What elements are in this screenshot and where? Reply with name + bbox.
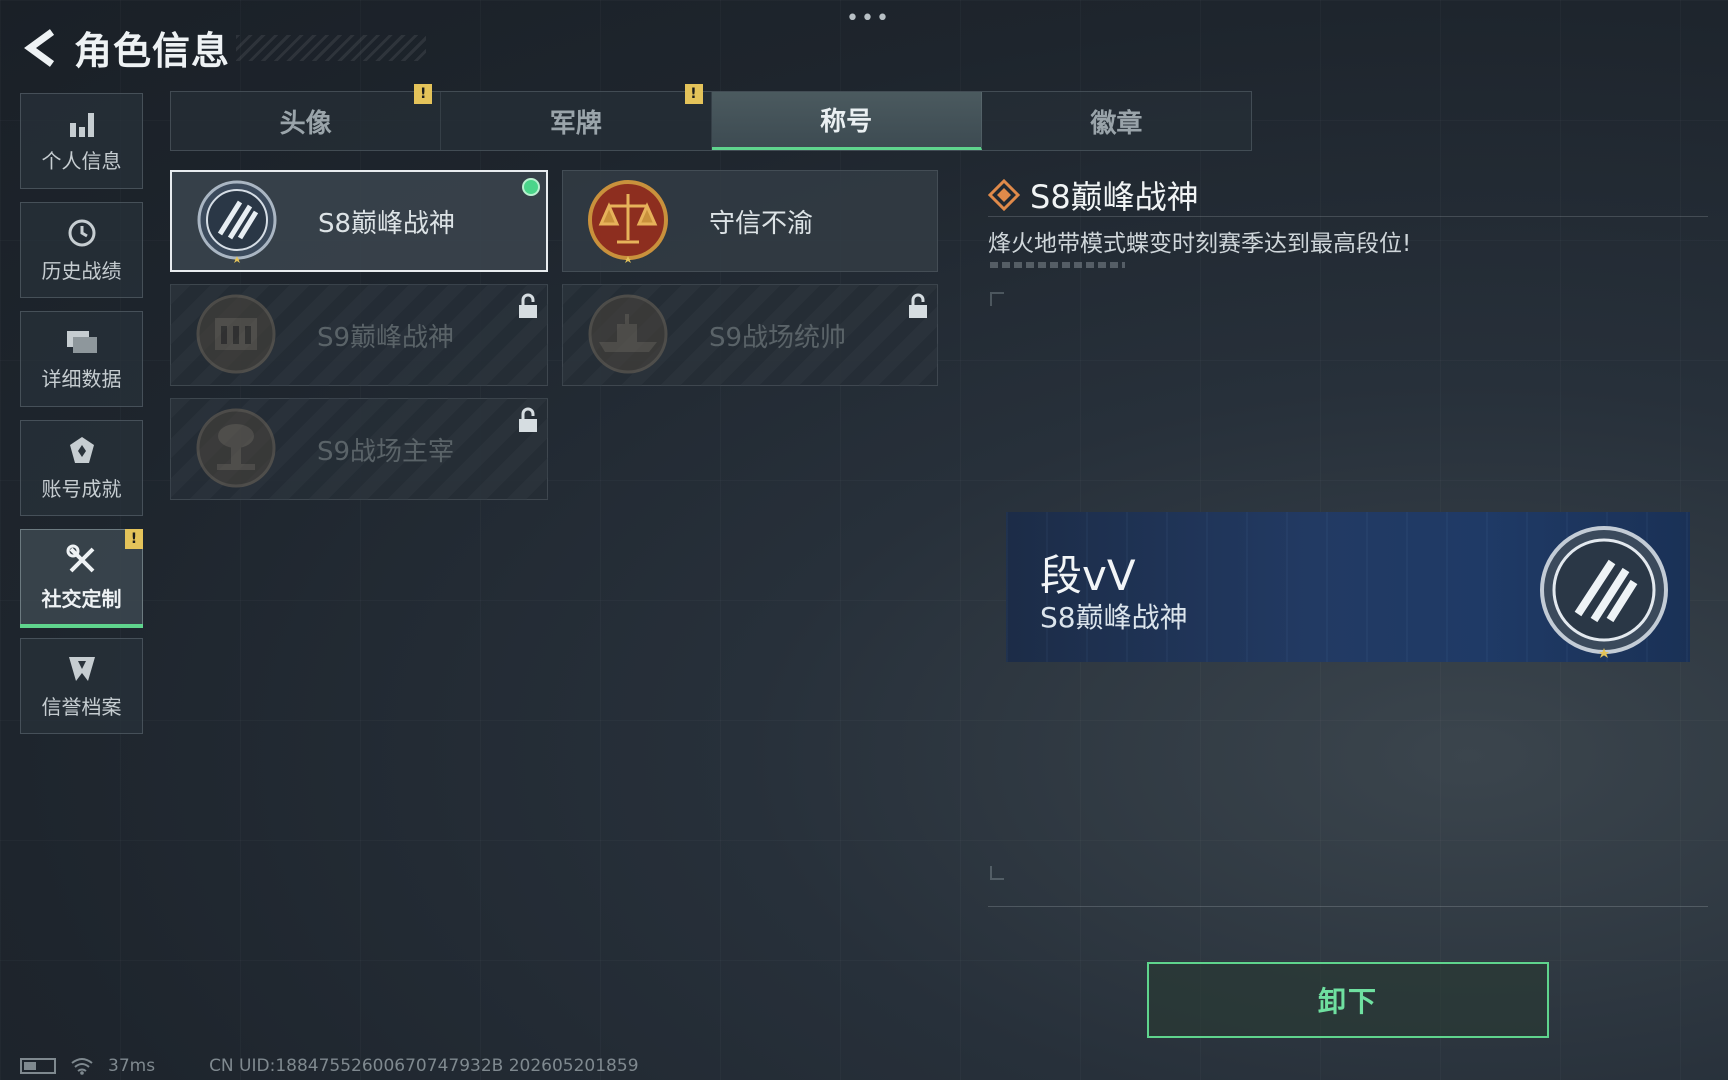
page-title: 角色信息 [74,29,231,73]
detail-header: S8巅峰战神 [988,172,1199,218]
category-tabs: 头像 ! 军牌 ! 称号 徽章 [170,84,1252,151]
warning-badge: ! [684,84,703,104]
title-card-s9-dominator[interactable]: S9战场主宰 [170,398,548,500]
warning-badge: ! [125,529,143,549]
frame-corner [990,292,1004,306]
divider [988,216,1708,217]
title-name: S9战场主宰 [317,436,455,467]
mushroom-cloud-emblem-icon [196,408,276,488]
sidebar-item-label: 历史战绩 [41,258,122,283]
status-bar: 37ms CN UID:18847552600670747932B 202605… [20,1056,639,1076]
fortress-emblem-icon [196,294,276,374]
detail-description: 烽火地带模式蝶变时刻赛季达到最高段位! [988,231,1412,257]
banner-title-name: S8巅峰战神 [1040,601,1188,634]
tab-label: 称号 [820,107,873,137]
detail-decoration [990,262,1125,268]
folder-data-icon [66,330,97,353]
lock-icon [909,293,927,318]
scales-emblem-icon [588,180,668,263]
warning-badge: ! [414,84,433,104]
title-card-s9-commander[interactable]: S9战场统帅 [562,284,938,386]
wings-laurel-emblem-icon [197,180,277,263]
page-header: 角色信息 [20,20,427,75]
player-name: 段vV [1040,551,1136,600]
title-preview-banner: 段vV S8巅峰战神 [1006,512,1690,662]
tab-title[interactable]: 称号 [711,92,982,150]
sidebar-item-social[interactable]: ! 社交定制 [20,529,143,628]
sidebar-item-label: 账号成就 [41,476,122,501]
title-name: S9巅峰战神 [317,322,455,353]
frame-corner [990,866,1004,880]
diamond-icon [988,179,1020,211]
title-card-trustworthy[interactable]: 守信不渝 [562,170,938,272]
sidebar-item-profile[interactable]: 个人信息 [20,93,143,189]
wifi-icon [71,1058,93,1075]
wings-laurel-emblem-icon [1540,526,1668,658]
equipped-indicator [522,178,540,196]
tab-badge[interactable]: 徽章 [982,92,1251,150]
title-card-s8-peak[interactable]: S8巅峰战神 [170,170,548,272]
back-button[interactable] [20,24,60,72]
lock-icon [519,293,537,318]
sidebar-item-history[interactable]: 历史战绩 [20,202,143,298]
more-options-icon[interactable]: ••• [846,6,891,31]
detail-title-name: S8巅峰战神 [1030,178,1199,216]
tools-icon [66,544,94,572]
divider [988,906,1708,907]
back-arrow-icon [24,28,55,67]
tab-dogtag[interactable]: 军牌 ! [441,84,712,150]
title-name: 守信不渝 [709,208,814,239]
lock-icon [519,407,537,432]
unequip-button[interactable]: 卸下 [1147,962,1549,1038]
sidebar-item-label: 社交定制 [41,586,122,611]
tab-label: 头像 [279,108,332,139]
warship-emblem-icon [588,294,668,374]
title-name: S8巅峰战神 [318,208,456,239]
sidebar-item-credit[interactable]: 信誉档案 [20,638,143,734]
bar-chart-icon [69,112,94,137]
history-clock-icon [68,219,95,246]
sidebar-item-label: 详细数据 [41,366,122,391]
title-decoration [236,34,427,61]
achievement-badge-icon [69,436,94,463]
sidebar-item-details[interactable]: 详细数据 [20,311,143,407]
tab-label: 徽章 [1090,108,1143,139]
credit-shield-icon [68,656,95,681]
battery-icon [20,1058,56,1074]
sidebar-item-achievements[interactable]: 账号成就 [20,420,143,516]
sidebar: 个人信息 历史战绩 详细数据 账号成就 ! 社交定制 信誉档案 [20,93,143,747]
tab-avatar[interactable]: 头像 ! [171,84,442,150]
title-card-s9-peak[interactable]: S9巅峰战神 [170,284,548,386]
ping-value: 37ms [108,1056,156,1076]
sidebar-item-label: 信誉档案 [41,694,122,719]
uid-text: CN UID:18847552600670747932B 20260520185… [209,1056,639,1076]
tab-label: 军牌 [549,108,602,139]
title-name: S9战场统帅 [709,322,847,353]
sidebar-item-label: 个人信息 [41,148,122,173]
